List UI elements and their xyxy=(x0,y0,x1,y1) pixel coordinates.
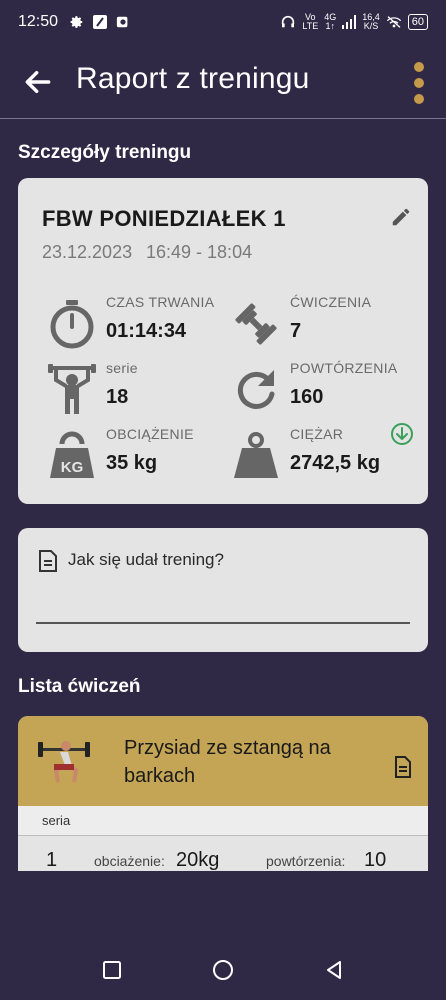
document-icon[interactable] xyxy=(394,756,412,778)
load-value: 20kg xyxy=(176,849,220,871)
menu-dot xyxy=(414,94,424,104)
stat-duration: CZAS TRWANIA 01:14:34 xyxy=(46,294,236,354)
refresh-icon xyxy=(237,370,275,409)
set-row: 1 obciażenie: 20kg powtórzenia: 10 xyxy=(18,837,428,871)
wifi-off-icon xyxy=(386,16,401,28)
stat-label: CZAS TRWANIA xyxy=(106,294,215,310)
section-title-details: Szczegóły treningu xyxy=(18,142,192,163)
recents-square-icon[interactable] xyxy=(100,958,124,982)
edit-pencil-icon[interactable] xyxy=(390,206,412,228)
sets-header-label: seria xyxy=(42,813,71,828)
weight-icon xyxy=(234,432,278,478)
stat-label: OBCIĄŻENIE xyxy=(106,426,194,442)
stat-value: 2742,5 kg xyxy=(290,452,381,474)
exercise-name: Przysiad ze sztangą na barkach xyxy=(124,737,331,787)
stat-exercises: ĆWICZENIA 7 xyxy=(230,294,420,354)
status-time: 12:50 xyxy=(18,13,59,30)
reps-label: powtórzenia: xyxy=(266,853,346,869)
download-icon[interactable] xyxy=(390,422,414,446)
svg-text:KG: KG xyxy=(61,459,84,476)
stat-value: 7 xyxy=(290,320,302,342)
stat-label: serie xyxy=(106,360,138,376)
squat-exercise-image xyxy=(38,741,90,783)
reps-value: 10 xyxy=(364,849,387,871)
stopwatch-icon xyxy=(50,300,94,349)
home-circle-icon[interactable] xyxy=(211,958,235,982)
stat-value: 160 xyxy=(290,386,324,408)
stat-load: KG OBCIĄŻENIE 35 kg xyxy=(46,426,236,486)
status-bar: 12:50 Vo LTE 4G 1↑ 16,4 K/S 60 xyxy=(0,0,446,44)
signal-icon xyxy=(342,15,357,29)
exercise-card[interactable]: Przysiad ze sztangą na barkach seria 1 o… xyxy=(18,716,428,871)
gear-icon xyxy=(70,16,83,28)
system-nav-bar xyxy=(0,940,446,1000)
stat-label: ĆWICZENIA xyxy=(290,294,372,310)
stat-label: CIĘŻAR xyxy=(290,426,344,442)
more-menu-button[interactable] xyxy=(412,62,426,104)
weightlifter-icon xyxy=(48,364,96,414)
back-arrow-icon[interactable] xyxy=(22,66,54,98)
app-icon xyxy=(116,16,128,28)
menu-dot xyxy=(414,78,424,88)
exercise-header[interactable]: Przysiad ze sztangą na barkach xyxy=(18,716,428,806)
note-input-underline xyxy=(36,622,410,624)
exercise-sets-header: seria xyxy=(18,806,428,836)
set-number: 1 xyxy=(46,849,58,871)
note-input-placeholder[interactable]: Jak się udał trening? xyxy=(68,550,224,570)
stat-value: 01:14:34 xyxy=(106,320,187,342)
workout-time-range: 16:49 - 18:04 xyxy=(146,242,253,262)
stat-label: POWTÓRZENIA xyxy=(290,360,398,376)
kettlebell-kg-icon: KG xyxy=(50,431,94,478)
workout-date: 23.12.2023 xyxy=(42,242,133,262)
document-icon xyxy=(39,550,57,572)
dumbbell-icon xyxy=(235,303,277,345)
stat-sets: serie 18 xyxy=(46,360,236,420)
stat-value: 18 xyxy=(106,386,129,408)
app-bar: Raport z treningu xyxy=(0,44,446,118)
workout-details-card: FBW PONIEDZIAŁEK 1 23.12.2023 16:49 - 18… xyxy=(18,178,428,504)
page-title: Raport z treningu xyxy=(76,62,310,95)
load-label: obciażenie: xyxy=(94,853,165,869)
appbar-divider xyxy=(0,118,446,119)
back-triangle-icon[interactable] xyxy=(322,958,346,982)
workout-note-card[interactable]: Jak się udał trening? xyxy=(18,528,428,652)
stat-reps: POWTÓRZENIA 160 xyxy=(230,360,420,420)
headset-icon xyxy=(282,15,295,28)
stat-value: 35 kg xyxy=(106,452,158,474)
section-title-exercises: Lista ćwiczeń xyxy=(18,676,141,697)
workout-name: FBW PONIEDZIAŁEK 1 xyxy=(42,206,286,231)
menu-dot xyxy=(414,62,424,72)
battery-indicator: 60 xyxy=(407,14,428,30)
app-icon xyxy=(93,15,108,29)
